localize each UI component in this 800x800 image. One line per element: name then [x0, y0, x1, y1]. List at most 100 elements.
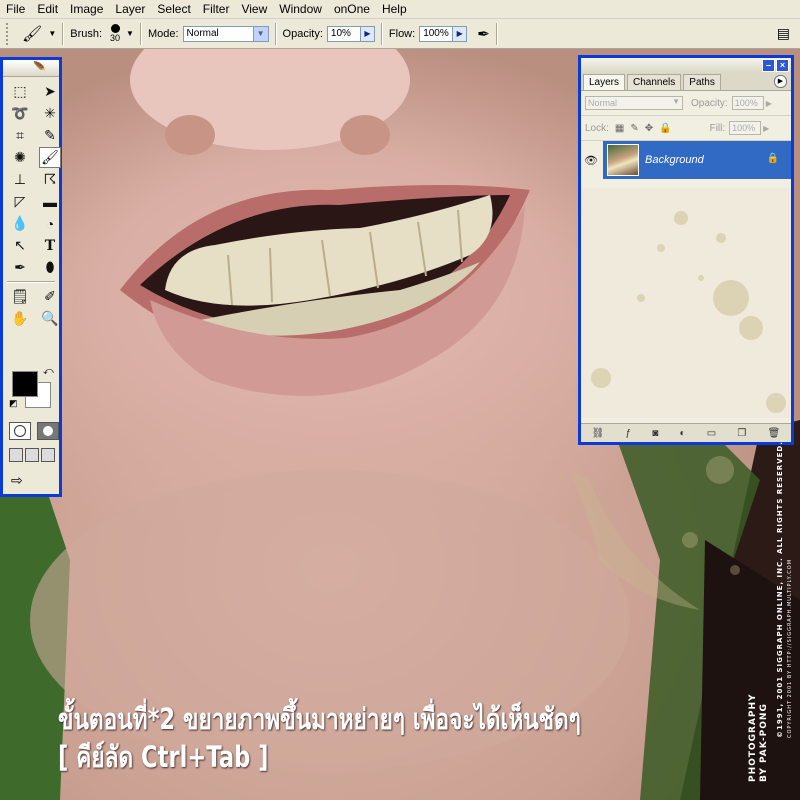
feather-logo-icon: 🪶: [33, 62, 47, 74]
lasso-tool-icon[interactable]: ➰: [9, 103, 31, 124]
new-group-icon[interactable]: ▭: [707, 428, 716, 439]
quick-mask-mode-icon[interactable]: [37, 422, 59, 440]
minimize-icon[interactable]: –: [762, 59, 775, 72]
opacity-arrow-icon[interactable]: ▶: [766, 99, 772, 108]
eye-visibility-icon[interactable]: 👁: [581, 154, 601, 167]
marquee-tool-icon[interactable]: ⬚: [9, 81, 31, 102]
menu-help[interactable]: Help: [376, 0, 413, 18]
layer-selected[interactable]: Background 🔒: [603, 141, 791, 179]
flow-slider-toggle-icon[interactable]: ▶: [453, 25, 468, 42]
layer-opacity-input[interactable]: 100%: [731, 96, 764, 110]
brush-tip-icon: [110, 24, 120, 33]
options-bar: 🖌 ▼ Brush: 30 ▼ Mode: Normal ▼ Opacity: …: [0, 19, 800, 49]
toolbox-panel: 🪶 ⬚ ➤ ➰ ✳ ⌗ ✎ ✺ 🖌 ⊥ ☈ ◸ ▬ 💧 ◔ ↖ T ✒ ⬮ 🗒 …: [0, 57, 62, 497]
full-screen-menubar-icon[interactable]: [25, 448, 39, 462]
foreground-color-swatch[interactable]: [12, 371, 38, 397]
brush-picker[interactable]: 30: [110, 24, 120, 43]
blur-tool-icon[interactable]: 💧: [9, 213, 31, 234]
airbrush-icon[interactable]: ✒: [477, 25, 490, 43]
eyedropper-tool-icon[interactable]: ✐: [39, 286, 61, 307]
crop-tool-icon[interactable]: ⌗: [9, 125, 31, 146]
fill-input[interactable]: 100%: [729, 121, 762, 135]
move-tool-icon[interactable]: ➤: [39, 81, 61, 102]
adjustment-layer-icon[interactable]: ◐: [680, 428, 686, 439]
pen-tool-icon[interactable]: ✒: [9, 257, 31, 278]
clone-stamp-tool-icon[interactable]: ⊥: [9, 169, 31, 190]
copyright-text-2: COPYRIGHT 2001 BY HTTP://SIGGRAPH.MULTIP…: [787, 558, 793, 738]
tool-preset-dropdown-icon[interactable]: ▼: [48, 29, 56, 38]
menu-file[interactable]: File: [0, 0, 31, 18]
toolbox-header[interactable]: 🪶: [3, 60, 59, 77]
blend-mode-value: Normal: [588, 98, 618, 108]
menu-image[interactable]: Image: [64, 0, 109, 18]
tab-layers[interactable]: Layers: [583, 74, 626, 90]
menu-window[interactable]: Window: [273, 0, 328, 18]
type-tool-icon[interactable]: T: [39, 235, 61, 256]
brush-tool-preset-icon[interactable]: 🖌: [22, 24, 42, 44]
swap-colors-icon[interactable]: ⤺: [43, 366, 54, 377]
palette-well-icon[interactable]: ▤: [777, 25, 790, 42]
menu-edit[interactable]: Edit: [31, 0, 64, 18]
lock-transparent-icon[interactable]: ▦: [615, 123, 624, 134]
tab-channels[interactable]: Channels: [627, 74, 682, 90]
new-layer-icon[interactable]: ❐: [737, 428, 746, 439]
notes-tool-icon[interactable]: 🗒: [9, 286, 31, 307]
menu-filter[interactable]: Filter: [197, 0, 236, 18]
options-separator: [495, 22, 498, 45]
history-brush-tool-icon[interactable]: ☈: [39, 169, 61, 190]
path-selection-tool-icon[interactable]: ↖: [9, 235, 31, 256]
menu-select[interactable]: Select: [151, 0, 196, 18]
opacity-slider-toggle-icon[interactable]: ▶: [360, 25, 375, 42]
menu-layer[interactable]: Layer: [109, 0, 151, 18]
gradient-tool-icon[interactable]: ▬: [39, 191, 61, 212]
options-separator: [139, 22, 142, 45]
palette-menu-icon[interactable]: ▶: [774, 75, 787, 88]
lock-position-icon[interactable]: ✥: [645, 123, 653, 134]
caption-line-2: [ คีย์ลัด Ctrl+Tab ]: [58, 740, 269, 774]
eraser-tool-icon[interactable]: ◸: [9, 191, 31, 212]
zoom-tool-icon[interactable]: 🔍: [39, 308, 61, 329]
link-layers-icon[interactable]: ⛓: [592, 428, 605, 439]
options-separator: [62, 22, 65, 45]
slice-tool-icon[interactable]: ✎: [39, 125, 61, 146]
healing-brush-tool-icon[interactable]: ✺: [9, 147, 31, 168]
blend-mode-select[interactable]: Normal ▼: [585, 96, 683, 110]
quick-mask-controls: [9, 422, 59, 440]
opacity-input[interactable]: 10%: [326, 25, 361, 42]
fill-arrow-icon[interactable]: ▶: [763, 124, 769, 133]
brush-tool-icon[interactable]: 🖌: [39, 147, 61, 168]
fill-value: 100%: [732, 123, 756, 133]
jump-to-imageready-icon[interactable]: ⇨: [11, 472, 23, 489]
options-grip[interactable]: [6, 22, 16, 45]
tab-paths[interactable]: Paths: [683, 74, 721, 90]
lock-image-icon[interactable]: ✎: [630, 123, 638, 134]
opacity-value: 10%: [330, 28, 351, 39]
layer-opacity-value: 100%: [734, 98, 758, 108]
menu-onone[interactable]: onOne: [328, 0, 376, 18]
brush-dropdown-icon[interactable]: ▼: [126, 29, 134, 38]
standard-screen-mode-icon[interactable]: [9, 448, 23, 462]
toolbox-separator: [7, 281, 55, 283]
menu-view[interactable]: View: [235, 0, 273, 18]
trash-icon[interactable]: 🗑: [768, 428, 781, 439]
layers-list-empty-area[interactable]: [581, 188, 791, 418]
standard-mode-icon[interactable]: [9, 422, 31, 440]
layers-palette-titlebar[interactable]: – ×: [581, 58, 791, 72]
lock-all-icon[interactable]: 🔒: [659, 123, 671, 134]
flow-input[interactable]: 100%: [419, 25, 454, 42]
layer-row-background[interactable]: 👁 Background 🔒: [581, 141, 791, 179]
mode-select[interactable]: Normal ▼: [182, 25, 269, 42]
default-colors-icon[interactable]: ◩: [9, 398, 18, 409]
layer-style-icon[interactable]: ƒ: [626, 428, 632, 439]
magic-wand-tool-icon[interactable]: ✳: [39, 103, 61, 124]
full-screen-mode-icon[interactable]: [41, 448, 55, 462]
close-icon[interactable]: ×: [776, 59, 789, 72]
hand-tool-icon[interactable]: ✋: [9, 308, 31, 329]
add-mask-icon[interactable]: ◙: [652, 428, 658, 439]
tutorial-caption: ขั้นตอนที่*2 ขยายภาพขึ้นมาหย่ายๆ เพื่อจะ…: [58, 700, 581, 776]
copyright-text-1: ©1991, 2001 SIGGRAPH ONLINE, INC. ALL RI…: [776, 441, 784, 738]
lock-row: Lock: ▦ ✎ ✥ 🔒 Fill: 100% ▶: [581, 116, 791, 141]
dodge-tool-icon[interactable]: ◔: [39, 213, 61, 234]
shape-tool-icon[interactable]: ⬮: [39, 257, 61, 278]
flow-value: 100%: [423, 28, 449, 39]
